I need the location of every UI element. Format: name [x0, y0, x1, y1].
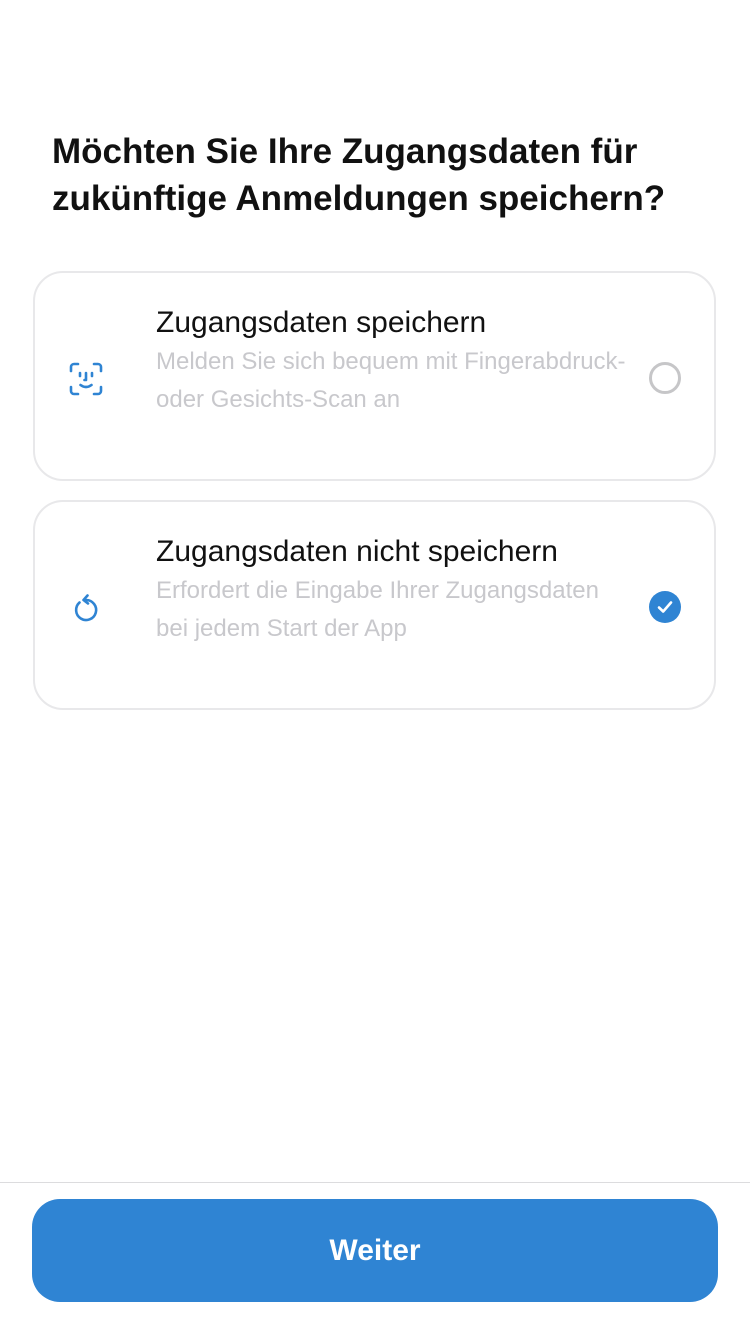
- option-description: Melden Sie sich bequem mit Fingerabdruck…: [156, 348, 626, 413]
- option-dont-save-credentials[interactable]: Zugangsdaten nicht speichern Erfordert d…: [33, 500, 716, 710]
- continue-button[interactable]: Weiter: [32, 1199, 718, 1302]
- footer-divider: [0, 1182, 750, 1183]
- option-text: Zugangsdaten nicht speichern Erfordert d…: [156, 532, 626, 648]
- option-save-credentials[interactable]: Zugangsdaten speichern Melden Sie sich b…: [33, 271, 716, 481]
- radio-selected[interactable]: [649, 591, 681, 623]
- face-id-icon: [68, 361, 104, 397]
- page-title: Möchten Sie Ihre Zugangsdaten für zukünf…: [52, 132, 666, 218]
- rotate-left-icon: [68, 590, 104, 626]
- option-title: Zugangsdaten speichern: [156, 306, 487, 339]
- save-credentials-screen: Möchten Sie Ihre Zugangsdaten für zukünf…: [0, 0, 750, 1334]
- option-text: Zugangsdaten speichern Melden Sie sich b…: [156, 303, 626, 419]
- radio-unselected[interactable]: [649, 362, 681, 394]
- option-title: Zugangsdaten nicht speichern: [156, 535, 558, 568]
- option-description: Erfordert die Eingabe Ihrer Zugangsdaten…: [156, 577, 599, 642]
- checkmark-icon: [657, 601, 673, 613]
